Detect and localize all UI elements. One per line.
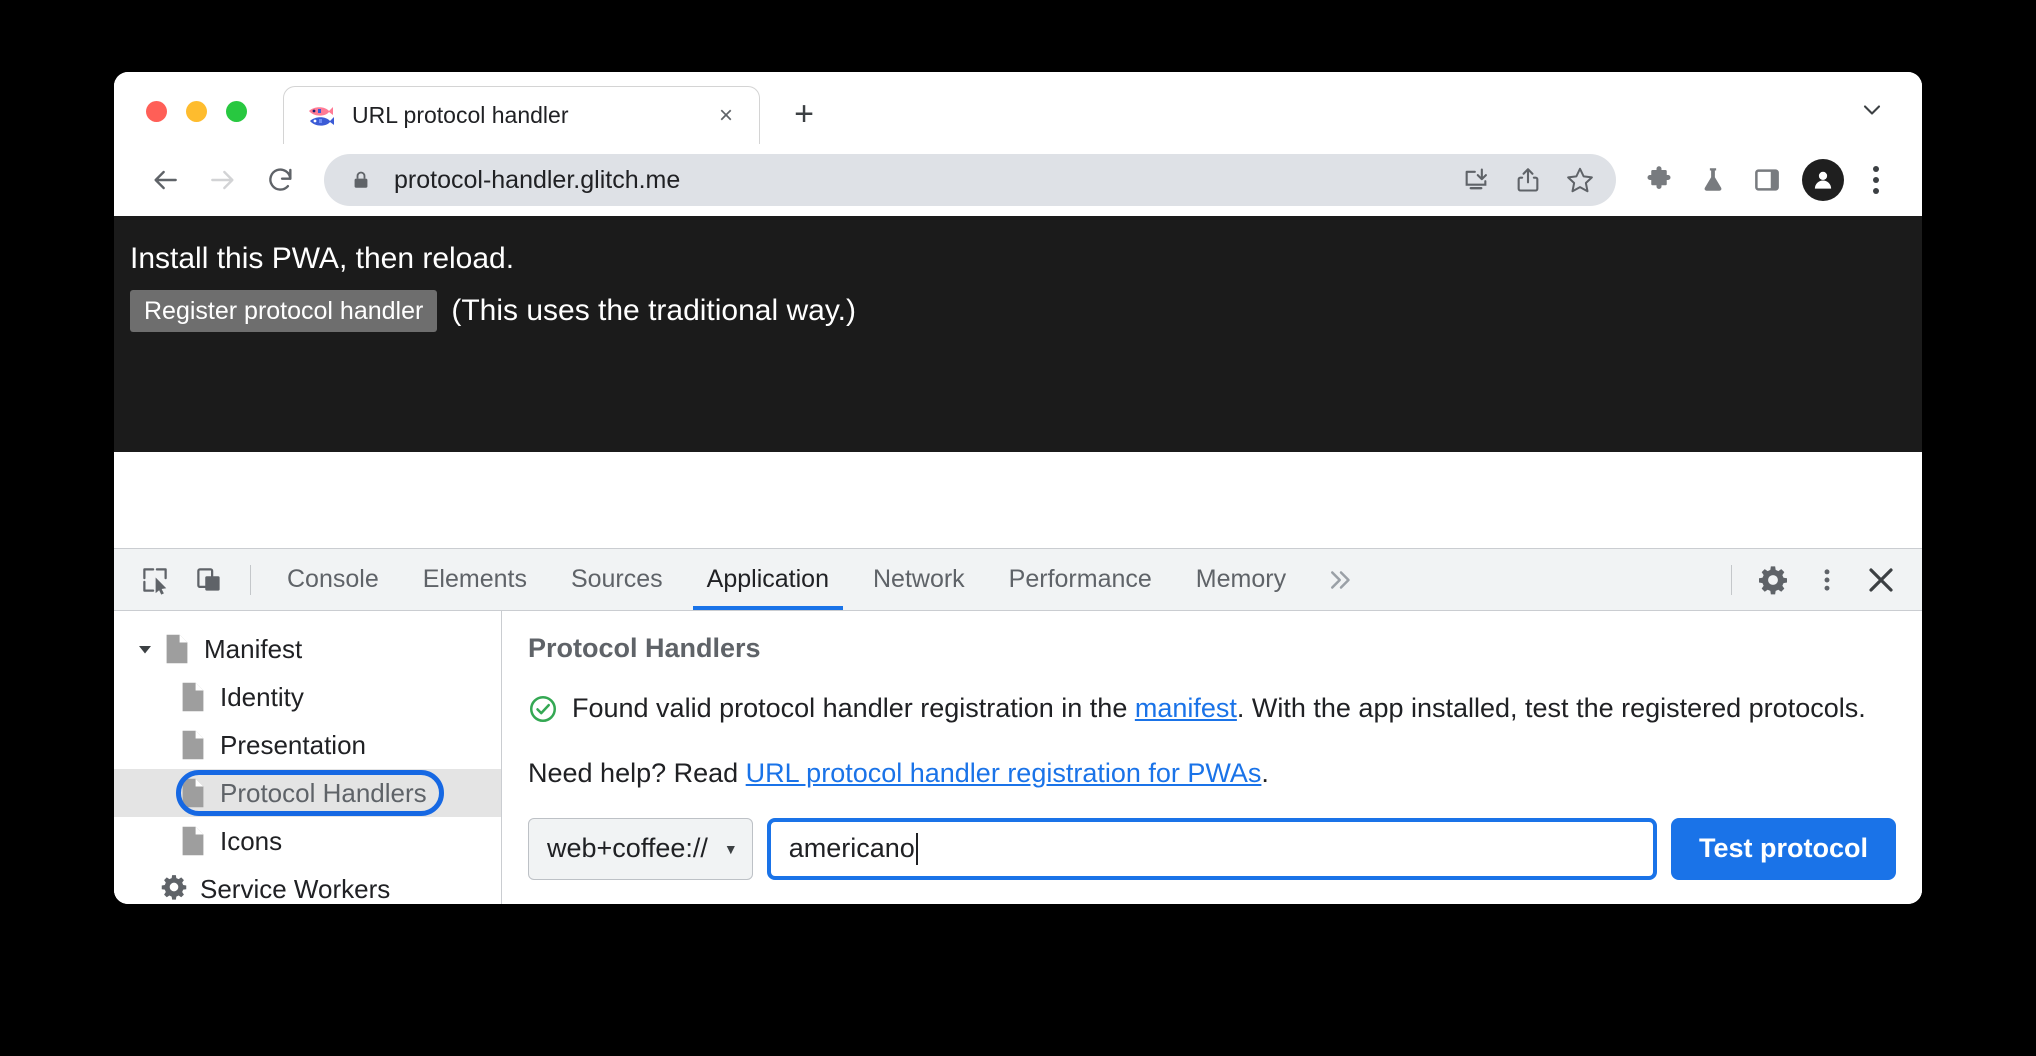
status-text: Found valid protocol handler registratio… bbox=[572, 690, 1866, 726]
devtools-actions-divider bbox=[1731, 564, 1732, 595]
chevron-down-icon[interactable] bbox=[1844, 82, 1900, 138]
gear-icon[interactable] bbox=[1746, 549, 1800, 610]
help-text-after: . bbox=[1261, 758, 1269, 789]
experiments-flask-icon[interactable] bbox=[1686, 153, 1740, 207]
test-protocol-button[interactable]: Test protocol bbox=[1670, 817, 1896, 880]
address-bar-url[interactable]: protocol-handler.glitch.me bbox=[394, 166, 1450, 195]
protocol-path-input[interactable]: americano bbox=[766, 817, 1657, 880]
check-circle-icon bbox=[528, 694, 558, 733]
extensions-puzzle-icon[interactable] bbox=[1632, 153, 1686, 207]
status-text-after: . With the app installed, test the regis… bbox=[1236, 693, 1866, 723]
install-app-icon[interactable] bbox=[1450, 154, 1502, 206]
address-bar[interactable]: protocol-handler.glitch.me bbox=[324, 154, 1616, 206]
documentation-link[interactable]: URL protocol handler registration for PW… bbox=[746, 758, 1262, 788]
help-text-before: Need help? Read bbox=[528, 758, 746, 789]
device-toolbar-icon[interactable] bbox=[182, 549, 236, 610]
sidebar-item-label: Identity bbox=[220, 681, 304, 712]
page-heading: Install this PWA, then reload. bbox=[130, 242, 515, 275]
browser-toolbar: protocol-handler.glitch.me bbox=[114, 144, 1922, 216]
status-message: Found valid protocol handler registratio… bbox=[528, 690, 1896, 733]
reload-icon[interactable] bbox=[252, 151, 310, 209]
protocol-scheme-value: web+coffee:// bbox=[547, 833, 708, 864]
status-text-before: Found valid protocol handler registratio… bbox=[572, 693, 1135, 723]
sidebar-item-label: Manifest bbox=[204, 633, 303, 664]
tab-close-icon[interactable]: × bbox=[709, 99, 743, 133]
browser-window: URL protocol handler × + protocol-handle… bbox=[114, 72, 1922, 904]
forward-arrow-icon bbox=[194, 151, 252, 209]
help-message: Need help? Read URL protocol handler reg… bbox=[528, 755, 1896, 791]
window-maximize-button[interactable] bbox=[226, 101, 247, 122]
glitch-fish-favicon bbox=[306, 101, 336, 131]
manifest-file-icon bbox=[164, 633, 190, 665]
protocol-handlers-panel: Protocol Handlers Found valid protocol h… bbox=[502, 611, 1922, 904]
sidebar-item-label: Presentation bbox=[220, 729, 366, 760]
devtools-toolbar-divider bbox=[250, 564, 251, 595]
chrome-menu-kebab[interactable] bbox=[1852, 153, 1900, 207]
window-traffic-lights bbox=[114, 101, 247, 144]
sidebar-item-manifest[interactable]: Manifest bbox=[114, 625, 501, 673]
protocol-scheme-select[interactable]: web+coffee:// ▼ bbox=[528, 817, 753, 880]
register-protocol-handler-button[interactable]: Register protocol handler bbox=[130, 289, 438, 333]
side-panel-icon[interactable] bbox=[1740, 153, 1794, 207]
sidebar-item-label: Service Workers bbox=[200, 873, 391, 904]
profile-avatar[interactable] bbox=[1802, 159, 1844, 201]
window-minimize-button[interactable] bbox=[186, 101, 207, 122]
sidebar-item-protocol-handlers[interactable]: Protocol Handlers bbox=[114, 769, 501, 817]
devtools-tab-network[interactable]: Network bbox=[851, 549, 987, 610]
devtools-tab-console[interactable]: Console bbox=[265, 549, 401, 610]
manifest-file-icon bbox=[180, 681, 206, 713]
close-icon[interactable] bbox=[1854, 549, 1908, 610]
devtools-kebab-icon[interactable] bbox=[1800, 549, 1854, 610]
inspect-element-icon[interactable] bbox=[128, 549, 182, 610]
devtools-toolbar-spacer bbox=[1374, 549, 1717, 610]
window-close-button[interactable] bbox=[146, 101, 167, 122]
protocol-path-value: americano bbox=[788, 833, 915, 864]
back-arrow-icon[interactable] bbox=[136, 151, 194, 209]
protocol-test-form: web+coffee:// ▼ americano Test protocol bbox=[528, 817, 1896, 880]
page-note: (This uses the traditional way.) bbox=[451, 293, 856, 327]
manifest-file-icon bbox=[180, 777, 206, 809]
sidebar-item-icons[interactable]: Icons bbox=[114, 817, 501, 865]
devtools-toolbar: Console Elements Sources Application Net… bbox=[114, 549, 1922, 611]
page-viewport: Install this PWA, then reload. Register … bbox=[114, 216, 1922, 452]
devtools-tab-application[interactable]: Application bbox=[685, 549, 851, 610]
manifest-file-icon bbox=[180, 825, 206, 857]
lock-icon bbox=[350, 169, 372, 191]
manifest-file-icon bbox=[180, 729, 206, 761]
chevron-down-icon[interactable] bbox=[134, 638, 156, 660]
devtools-tab-performance[interactable]: Performance bbox=[987, 549, 1174, 610]
tab-strip: URL protocol handler × + bbox=[114, 72, 1922, 144]
gear-icon bbox=[160, 873, 187, 904]
chevron-down-icon: ▼ bbox=[723, 840, 738, 857]
devtools-tab-sources[interactable]: Sources bbox=[549, 549, 685, 610]
bookmark-star-icon[interactable] bbox=[1554, 154, 1606, 206]
devtools-tab-memory[interactable]: Memory bbox=[1174, 549, 1308, 610]
sidebar-item-label: Icons bbox=[220, 825, 283, 856]
more-tabs-chevron-icon[interactable] bbox=[1308, 549, 1374, 610]
sidebar-item-identity[interactable]: Identity bbox=[114, 673, 501, 721]
text-cursor bbox=[915, 832, 918, 865]
devtools-body: Manifest Identity Presentation Protocol … bbox=[114, 611, 1922, 904]
manifest-link[interactable]: manifest bbox=[1135, 693, 1237, 723]
share-icon[interactable] bbox=[1502, 154, 1554, 206]
page-action-row: Register protocol handler (This uses the… bbox=[130, 289, 1922, 333]
tab-title: URL protocol handler bbox=[352, 102, 569, 128]
page-title: Protocol Handlers bbox=[528, 633, 761, 663]
application-sidebar: Manifest Identity Presentation Protocol … bbox=[114, 611, 502, 904]
sidebar-item-label: Protocol Handlers bbox=[220, 777, 427, 808]
browser-tab[interactable]: URL protocol handler × bbox=[283, 86, 760, 144]
sidebar-item-presentation[interactable]: Presentation bbox=[114, 721, 501, 769]
new-tab-button[interactable]: + bbox=[780, 90, 828, 138]
devtools-panel: Console Elements Sources Application Net… bbox=[114, 548, 1922, 904]
devtools-tab-elements[interactable]: Elements bbox=[401, 549, 549, 610]
sidebar-item-service-workers[interactable]: Service Workers bbox=[114, 865, 501, 904]
